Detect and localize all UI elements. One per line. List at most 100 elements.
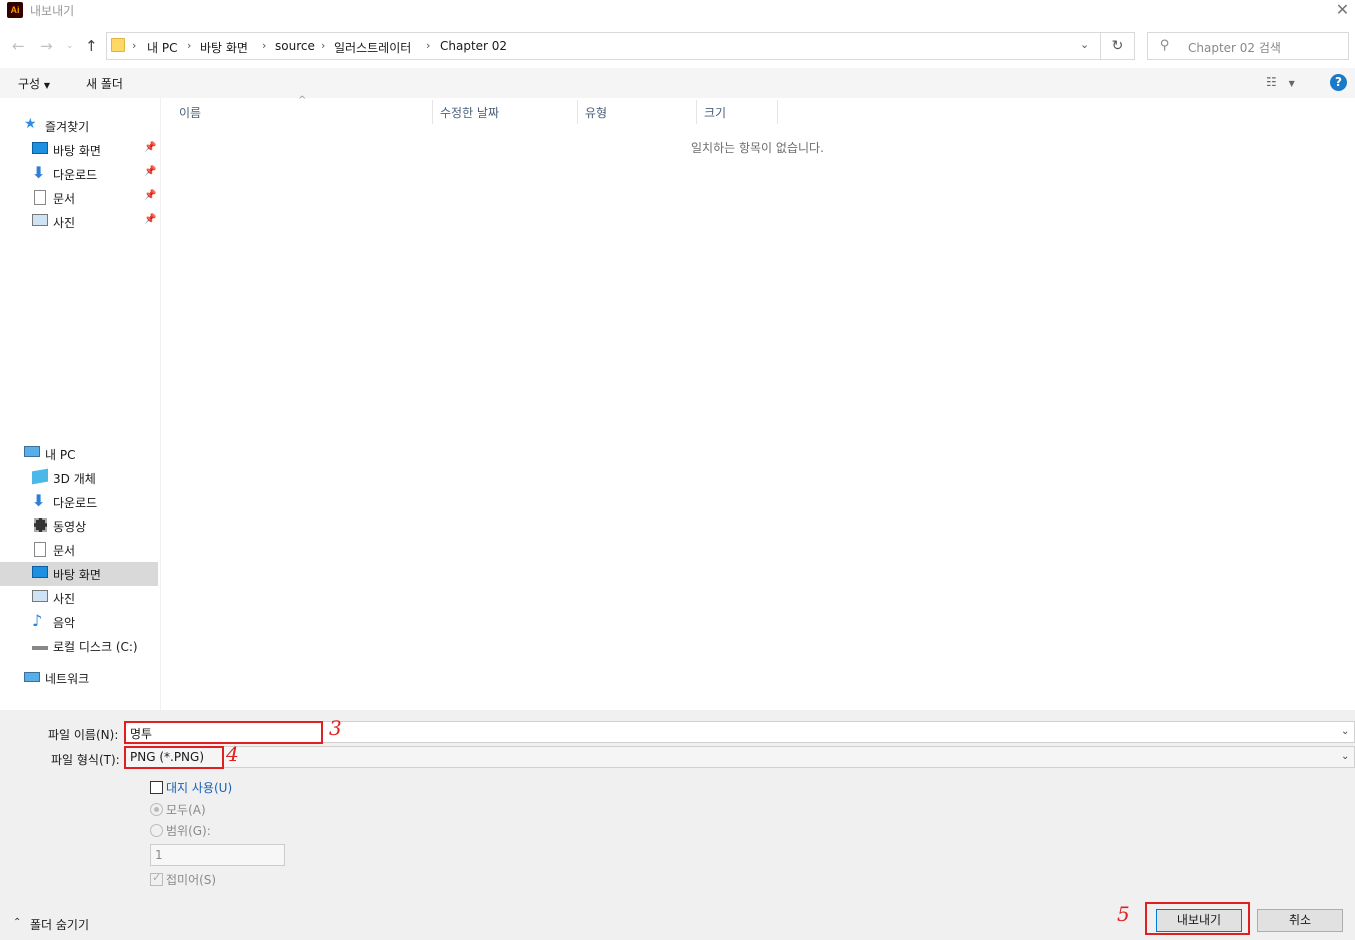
refresh-icon[interactable]: ↻ xyxy=(1101,32,1135,60)
sidebar-network[interactable]: 네트워크 xyxy=(0,666,158,690)
export-button[interactable]: 내보내기 xyxy=(1156,909,1242,932)
column-header-type[interactable]: 유형 xyxy=(585,104,607,121)
help-icon[interactable]: ? xyxy=(1330,74,1347,91)
picture-icon xyxy=(32,214,48,226)
pin-icon[interactable]: 📌 xyxy=(144,190,156,201)
sidebar-this-pc[interactable]: 내 PC xyxy=(0,442,158,466)
breadcrumb-source[interactable]: source xyxy=(275,39,315,53)
view-options-icon[interactable]: ☷ ▼ xyxy=(1266,75,1295,89)
annotation-number: 4 xyxy=(226,742,239,766)
pin-icon[interactable]: 📌 xyxy=(144,214,156,225)
sidebar-item-documents[interactable]: 문서 📌 xyxy=(0,186,158,210)
film-icon xyxy=(34,518,47,532)
pin-icon[interactable]: 📌 xyxy=(144,166,156,177)
column-header-name[interactable]: 이름 xyxy=(179,104,201,121)
forward-arrow-icon[interactable]: → xyxy=(40,36,53,56)
breadcrumb-chapter[interactable]: Chapter 02 xyxy=(440,39,507,53)
window-title: 내보내기 xyxy=(30,4,75,18)
breadcrumb-separator-icon: › xyxy=(132,39,137,52)
organize-menu[interactable]: 구성 ▼ xyxy=(18,75,50,92)
cube-3d-icon xyxy=(32,468,48,485)
document-icon xyxy=(34,190,46,205)
breadcrumb-desktop[interactable]: 바탕 화면 xyxy=(200,39,248,56)
filetype-label: 파일 형식(T): xyxy=(51,753,120,767)
sidebar-item-desktop-pc[interactable]: 바탕 화면 xyxy=(0,562,158,586)
filetype-select[interactable]: PNG (*.PNG) ⌄ xyxy=(124,746,1355,768)
search-placeholder: Chapter 02 검색 xyxy=(1188,41,1281,55)
sidebar-favorites[interactable]: ★ 즐겨찾기 xyxy=(0,114,158,138)
column-separator[interactable] xyxy=(432,100,433,124)
sidebar-item-downloads-pc[interactable]: ⬇ 다운로드 xyxy=(0,490,158,514)
music-note-icon: ♪ xyxy=(32,611,43,630)
sidebar-item-desktop[interactable]: 바탕 화면 📌 xyxy=(0,138,158,162)
breadcrumb-pc[interactable]: 내 PC xyxy=(147,39,177,56)
range-label: 범위(G): xyxy=(166,824,211,838)
desktop-icon xyxy=(32,142,48,154)
network-icon xyxy=(24,672,40,682)
sidebar-item-music[interactable]: ♪ 음악 xyxy=(0,610,158,634)
column-separator[interactable] xyxy=(777,100,778,124)
download-arrow-icon: ⬇ xyxy=(32,491,46,510)
pin-icon[interactable]: 📌 xyxy=(144,142,156,153)
range-input[interactable]: 1 xyxy=(150,844,285,866)
document-icon xyxy=(34,542,46,557)
anti-alias-label: 접미어(S) xyxy=(166,873,217,887)
filename-label: 파일 이름(N): xyxy=(48,728,119,742)
column-separator[interactable] xyxy=(577,100,578,124)
sidebar-item-downloads[interactable]: ⬇ 다운로드 📌 xyxy=(0,162,158,186)
breadcrumb-separator-icon: › xyxy=(426,39,431,52)
annotation-highlight-box xyxy=(124,721,323,744)
sidebar-item-videos[interactable]: 동영상 xyxy=(0,514,158,538)
hide-folders-link[interactable]: 폴더 숨기기 xyxy=(30,916,89,933)
sidebar-item-documents-pc[interactable]: 문서 xyxy=(0,538,158,562)
search-input[interactable]: ⚲ Chapter 02 검색 xyxy=(1147,32,1349,60)
range-radio[interactable] xyxy=(150,824,163,837)
sidebar-item-local-disk[interactable]: 로컬 디스크 (C:) xyxy=(0,634,158,658)
recent-locations-chevron-icon[interactable]: ⌄ xyxy=(66,36,74,56)
sidebar-item-pictures-pc[interactable]: 사진 xyxy=(0,586,158,610)
command-toolbar: 구성 ▼ 새 폴더 ☷ ▼ ? xyxy=(0,68,1355,98)
search-icon: ⚲ xyxy=(1160,38,1170,53)
chevron-down-icon[interactable]: ⌄ xyxy=(1341,726,1349,737)
range-value: 1 xyxy=(155,848,163,862)
up-arrow-icon[interactable]: ↑ xyxy=(85,36,98,56)
illustrator-app-icon: Ai xyxy=(7,2,23,18)
use-artboards-label: 대지 사용(U) xyxy=(166,781,233,795)
annotation-number: 5 xyxy=(1117,902,1130,926)
breadcrumb-separator-icon: › xyxy=(321,39,326,52)
cancel-button[interactable]: 취소 xyxy=(1257,909,1343,932)
column-separator[interactable] xyxy=(696,100,697,124)
chevron-down-icon[interactable]: ⌄ xyxy=(1341,751,1349,762)
sidebar-item-pictures[interactable]: 사진 📌 xyxy=(0,210,158,234)
annotation-number: 3 xyxy=(329,716,342,740)
address-bar[interactable]: › 내 PC › 바탕 화면 › source › 일러스트레이터 › Chap… xyxy=(106,32,1101,60)
breadcrumb-separator-icon: › xyxy=(262,39,267,52)
anti-alias-checkbox[interactable]: ✓ xyxy=(150,871,163,886)
all-label: 모두(A) xyxy=(166,803,206,817)
sort-ascending-icon: ^ xyxy=(298,95,307,106)
sidebar-item-3d-objects[interactable]: 3D 개체 xyxy=(0,466,158,490)
star-icon: ★ xyxy=(24,116,37,132)
empty-folder-message: 일치하는 항목이 없습니다. xyxy=(691,141,824,155)
drive-icon xyxy=(32,640,48,650)
new-folder-button[interactable]: 새 폴더 xyxy=(86,75,123,92)
chevron-up-icon[interactable]: ⌃ xyxy=(13,917,21,928)
breadcrumb-separator-icon: › xyxy=(187,39,192,52)
title-bar: Ai 내보내기 ✕ xyxy=(0,0,1355,22)
use-artboards-checkbox[interactable] xyxy=(150,781,163,794)
breadcrumb-illustrator[interactable]: 일러스트레이터 xyxy=(334,39,411,56)
annotation-highlight-box xyxy=(124,746,224,769)
download-arrow-icon: ⬇ xyxy=(32,163,46,182)
pane-divider[interactable] xyxy=(160,98,161,710)
picture-icon xyxy=(32,590,48,602)
all-radio[interactable] xyxy=(150,803,163,816)
close-button[interactable]: ✕ xyxy=(1330,0,1355,22)
back-arrow-icon[interactable]: ← xyxy=(12,36,25,56)
address-dropdown-chevron-icon[interactable]: ⌄ xyxy=(1080,38,1089,51)
computer-icon xyxy=(24,446,40,457)
column-header-size[interactable]: 크기 xyxy=(704,104,726,121)
folder-icon xyxy=(111,38,125,52)
navigation-pane: ★ 즐겨찾기 바탕 화면 📌 ⬇ 다운로드 📌 문서 📌 사진 📌 내 PC 3… xyxy=(0,98,160,710)
desktop-icon xyxy=(32,566,48,578)
column-header-date-modified[interactable]: 수정한 날짜 xyxy=(440,104,499,121)
